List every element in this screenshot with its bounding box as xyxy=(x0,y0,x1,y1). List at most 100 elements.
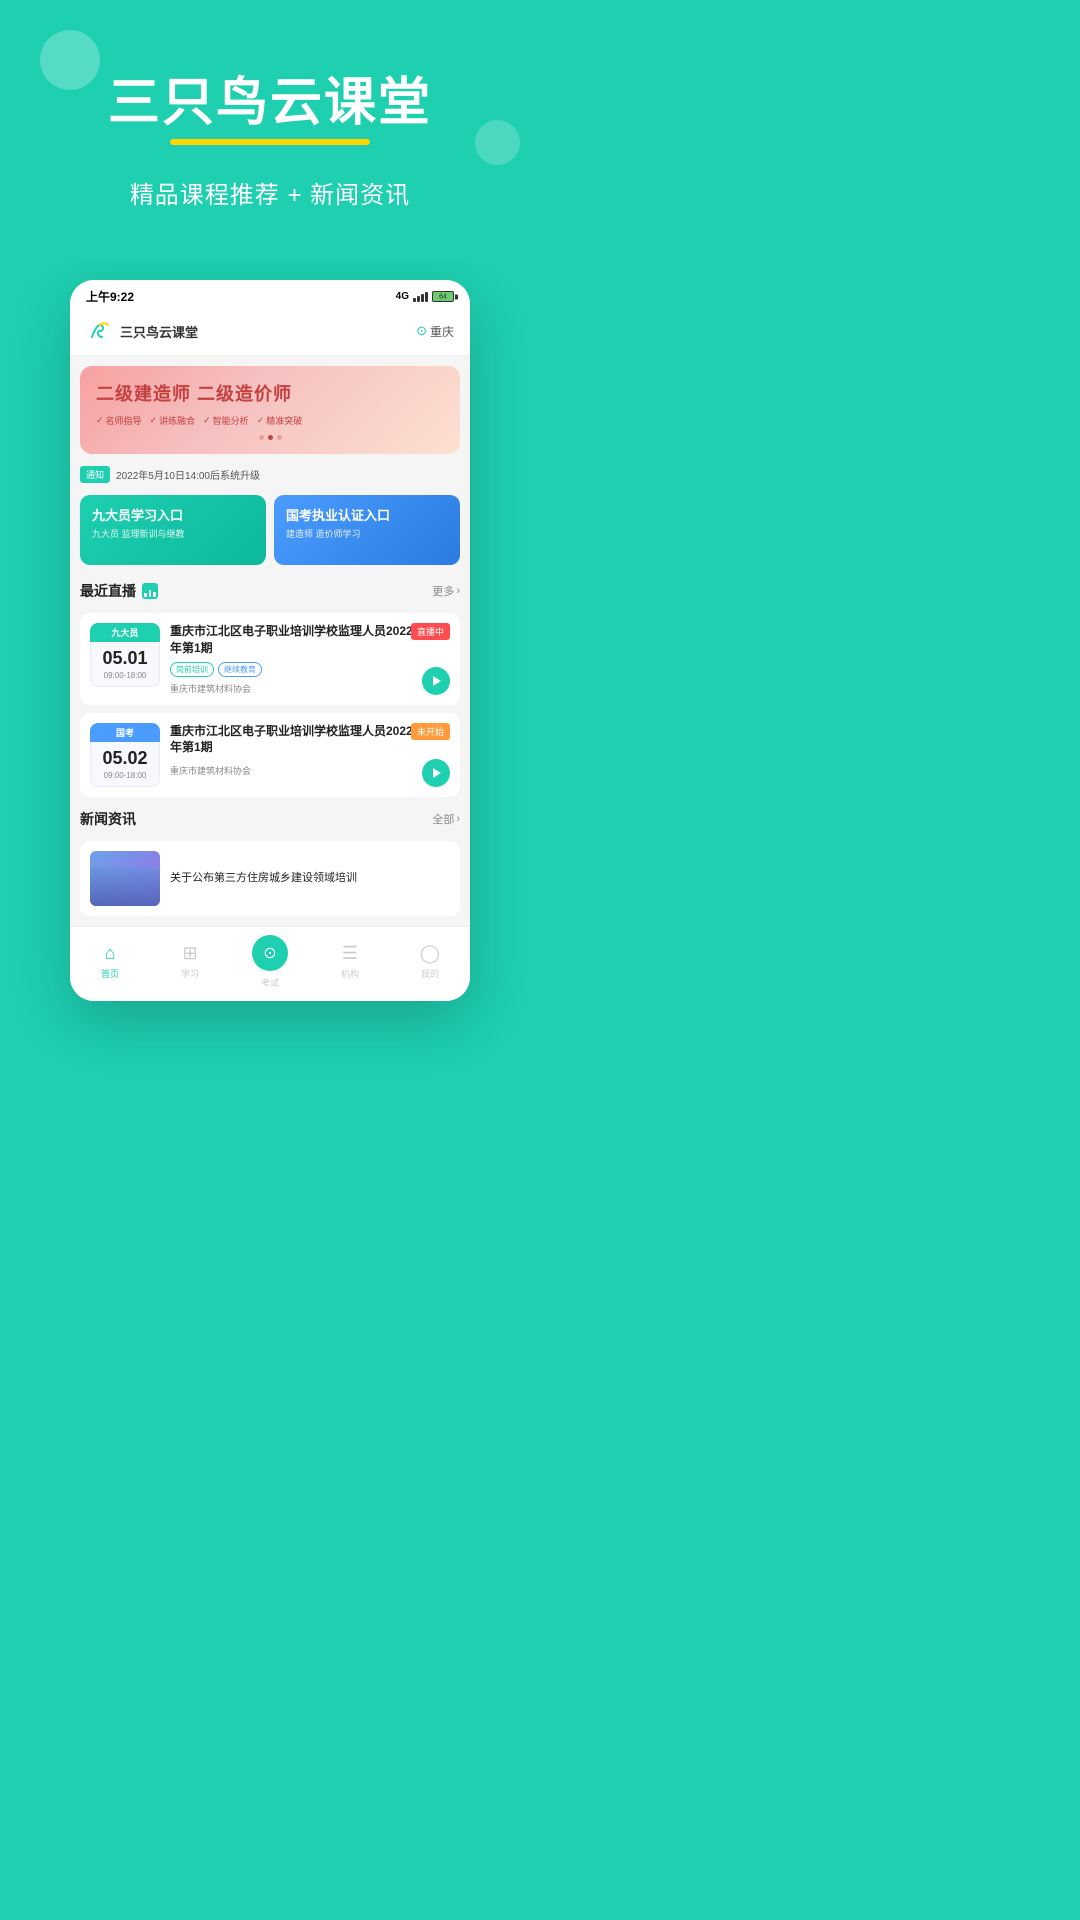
nav-item-profile[interactable]: ◯ 我的 xyxy=(390,943,470,980)
play-button-1[interactable] xyxy=(422,667,450,695)
live-date-card-2: 国考 05.02 09:00-18:00 xyxy=(90,723,160,787)
live-info-2: 重庆市江北区电子职业培训学校监理人员2022年第1期 重庆市建筑材料协会 xyxy=(170,723,450,778)
entry-btn-nine[interactable]: 九大员学习入口 九大员 监理新训与继教 xyxy=(80,495,266,565)
live-date-time-1: 09:00-18:00 xyxy=(95,671,155,680)
hero-title: 三只鸟云课堂 xyxy=(30,60,510,135)
news-more-button[interactable]: 全部 › xyxy=(432,811,460,827)
live-badge-pending-2: 未开始 xyxy=(411,723,450,740)
news-thumb-inner-1 xyxy=(90,867,160,906)
play-button-2[interactable] xyxy=(422,759,450,787)
live-org-2: 重庆市建筑材料协会 xyxy=(170,764,420,777)
nav-label-home: 首页 xyxy=(101,967,119,980)
entry-btn-nine-title: 九大员学习入口 xyxy=(92,505,254,524)
live-tag-1-a: 岗前培训 xyxy=(170,662,214,677)
org-icon: ☰ xyxy=(342,943,358,964)
entry-btn-national-subtitle: 建造师 造价师学习 xyxy=(286,527,448,540)
live-card-1[interactable]: 直播中 九大员 05.01 09:00-18:00 重庆市江北区电子职业培训学校… xyxy=(80,613,460,705)
status-bar: 上午9:22 4G 64 xyxy=(70,280,470,309)
news-section: 新闻资讯 全部 › 关于公布第三方住房城乡建设领域培训 xyxy=(80,805,460,916)
live-date-body-2: 05.02 09:00-18:00 xyxy=(90,742,160,787)
live-date-tag-2: 国考 xyxy=(90,723,160,742)
notice-badge: 通知 xyxy=(80,466,110,483)
app-logo-icon xyxy=(86,317,114,345)
entry-row: 九大员学习入口 九大员 监理新训与继教 国考执业认证入口 建造师 造价师学习 xyxy=(80,495,460,565)
entry-btn-national[interactable]: 国考执业认证入口 建造师 造价师学习 xyxy=(274,495,460,565)
hero-title-underline xyxy=(170,139,370,145)
live-date-num-2: 05.02 xyxy=(95,748,155,769)
notice-bar: 通知 2022年5月10日14:00后系统升级 xyxy=(80,462,460,487)
live-org-1: 重庆市建筑材料协会 xyxy=(170,682,420,695)
phone-mockup: 上午9:22 4G 64 三只鸟云 xyxy=(70,280,470,1001)
nav-item-org[interactable]: ☰ 机构 xyxy=(310,943,390,980)
play-triangle-icon-2 xyxy=(433,768,441,778)
live-section-title: 最近直播 xyxy=(80,581,136,601)
phone-mockup-container: 上午9:22 4G 64 三只鸟云 xyxy=(0,260,540,1041)
banner[interactable]: 二级建造师 二级造价师 ✓ 名师指导 ✓ 讲练融合 ✓ 智能分析 ✓ 精准突破 xyxy=(80,366,460,454)
nav-item-study[interactable]: ⊞ 学习 xyxy=(150,943,230,980)
live-tags-1: 岗前培训 继续教育 xyxy=(170,662,420,677)
notice-text: 2022年5月10日14:00后系统升级 xyxy=(116,467,260,482)
news-section-title: 新闻资讯 xyxy=(80,809,136,829)
exam-icon: ⊙ xyxy=(263,943,276,963)
entry-btn-nine-subtitle: 九大员 监理新训与继教 xyxy=(92,527,254,540)
nav-label-exam: 考试 xyxy=(261,976,279,989)
bottom-nav: ⌂ 首页 ⊞ 学习 ⊙ 考试 ☰ 机构 ◯ 我的 xyxy=(70,926,470,1001)
battery-icon: 64 xyxy=(432,291,454,302)
live-date-tag-1: 九大员 xyxy=(90,623,160,642)
live-card-2[interactable]: 未开始 国考 05.02 09:00-18:00 重庆市江北区电子职业培训学校监… xyxy=(80,713,460,797)
banner-dots xyxy=(96,435,444,440)
live-chart-icon xyxy=(142,583,158,599)
banner-title: 二级建造师 二级造价师 xyxy=(96,380,444,406)
app-location[interactable]: ⊙ 重庆 xyxy=(416,323,454,340)
banner-feature-2: ✓ 讲练融合 xyxy=(150,414,196,427)
live-date-body-1: 05.01 09:00-18:00 xyxy=(90,642,160,687)
live-tag-1-b: 继续教育 xyxy=(218,662,262,677)
banner-feature-4: ✓ 精准突破 xyxy=(257,414,303,427)
entry-btn-national-title: 国考执业认证入口 xyxy=(286,505,448,524)
live-info-1: 重庆市江北区电子职业培训学校监理人员2022年第1期 岗前培训 继续教育 重庆市… xyxy=(170,623,450,695)
live-badge-active-1: 直播中 xyxy=(411,623,450,640)
live-more-arrow-icon: › xyxy=(456,585,460,597)
status-time: 上午9:22 xyxy=(86,288,134,305)
banner-features: ✓ 名师指导 ✓ 讲练融合 ✓ 智能分析 ✓ 精准突破 xyxy=(96,414,444,427)
hero-section: 三只鸟云课堂 精品课程推荐 + 新闻资讯 xyxy=(0,0,540,260)
news-more-arrow-icon: › xyxy=(456,813,460,825)
live-date-card-1: 九大员 05.01 09:00-18:00 xyxy=(90,623,160,687)
live-date-time-2: 09:00-18:00 xyxy=(95,771,155,780)
study-icon: ⊞ xyxy=(182,943,197,964)
nav-item-exam[interactable]: ⊙ 考试 xyxy=(230,935,310,989)
banner-feature-3: ✓ 智能分析 xyxy=(203,414,249,427)
status-icons: 4G 64 xyxy=(396,291,454,302)
nav-label-org: 机构 xyxy=(341,967,359,980)
live-date-num-1: 05.01 xyxy=(95,648,155,669)
location-pin-icon: ⊙ xyxy=(416,323,427,339)
hero-subtitle: 精品课程推荐 + 新闻资讯 xyxy=(30,175,510,210)
banner-dot-3 xyxy=(277,435,282,440)
news-thumbnail-1 xyxy=(90,851,160,906)
location-text: 重庆 xyxy=(430,323,454,340)
news-title-1: 关于公布第三方住房城乡建设领域培训 xyxy=(170,870,357,887)
home-icon: ⌂ xyxy=(105,943,116,964)
live-more-button[interactable]: 更多 › xyxy=(432,583,460,599)
news-card-1[interactable]: 关于公布第三方住房城乡建设领域培训 xyxy=(80,841,460,916)
profile-icon: ◯ xyxy=(420,943,440,964)
banner-dot-1 xyxy=(259,435,264,440)
signal-icon xyxy=(413,291,428,302)
news-section-header: 新闻资讯 全部 › xyxy=(80,805,460,833)
exam-icon-wrapper: ⊙ xyxy=(252,935,288,971)
app-logo: 三只鸟云课堂 xyxy=(86,317,198,345)
banner-feature-1: ✓ 名师指导 xyxy=(96,414,142,427)
play-triangle-icon-1 xyxy=(433,676,441,686)
network-text: 4G xyxy=(396,291,409,302)
live-title-row: 最近直播 xyxy=(80,581,158,601)
live-title-1: 重庆市江北区电子职业培训学校监理人员2022年第1期 xyxy=(170,623,420,657)
app-header: 三只鸟云课堂 ⊙ 重庆 xyxy=(70,309,470,356)
nav-label-study: 学习 xyxy=(181,967,199,980)
phone-content: 二级建造师 二级造价师 ✓ 名师指导 ✓ 讲练融合 ✓ 智能分析 ✓ 精准突破 … xyxy=(70,356,470,926)
app-logo-text: 三只鸟云课堂 xyxy=(120,322,198,341)
nav-label-profile: 我的 xyxy=(421,967,439,980)
live-section-header: 最近直播 更多 › xyxy=(80,577,460,605)
nav-item-home[interactable]: ⌂ 首页 xyxy=(70,943,150,980)
banner-dot-2-active xyxy=(268,435,273,440)
live-title-2: 重庆市江北区电子职业培训学校监理人员2022年第1期 xyxy=(170,723,420,757)
